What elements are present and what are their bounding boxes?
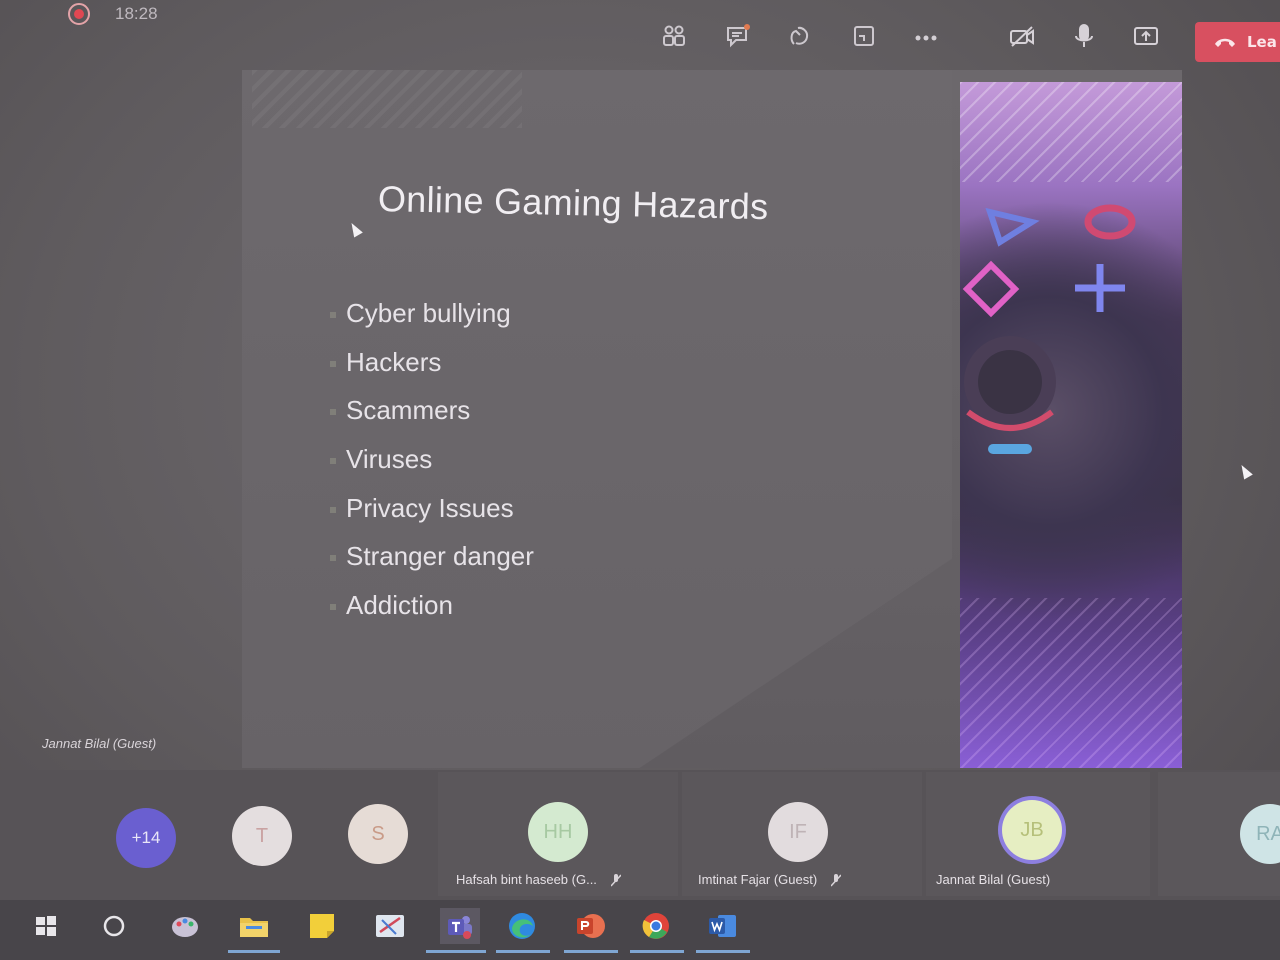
microphone-icon <box>1075 24 1093 47</box>
microphone-button[interactable] <box>1066 18 1102 54</box>
gamepad-buttons-icon <box>962 204 1136 454</box>
chrome-app-button[interactable] <box>638 908 674 944</box>
chat-button[interactable] <box>720 18 756 54</box>
more-participants-avatar[interactable]: +14 <box>116 808 176 868</box>
camera-off-icon <box>1010 26 1034 47</box>
share-tray-button[interactable] <box>846 18 882 54</box>
avatar-initials: IF <box>789 820 807 843</box>
share-screen-icon <box>1134 27 1158 45</box>
running-app-indicator <box>630 950 684 953</box>
powerpoint-app-button[interactable] <box>572 908 608 944</box>
participant-name: Jannat Bilal (Guest) <box>936 872 1051 887</box>
file-explorer-button[interactable] <box>236 908 272 944</box>
bullet-item: Stranger danger <box>326 541 534 590</box>
slide-bullet-list: Cyber bullying Hackers Scammers Viruses … <box>326 298 534 639</box>
share-tray-icon <box>854 26 874 46</box>
shared-presentation-slide: Online Gaming Hazards Cyber bullying Hac… <box>242 70 1182 768</box>
avatar-initials: HH <box>543 820 573 843</box>
running-app-indicator <box>696 950 750 953</box>
speaking-avatar[interactable]: JB <box>1002 800 1062 860</box>
slide-decoration-stripes <box>252 70 522 128</box>
avatar-initials: T <box>255 824 269 847</box>
edge-app-button[interactable] <box>504 908 540 944</box>
reactions-icon <box>790 26 809 45</box>
avatar[interactable]: IF <box>768 802 828 862</box>
avatar-initials: JB <box>1020 818 1044 841</box>
bullet-item: Cyber bullying <box>326 298 534 347</box>
avatar-initials: RA <box>1256 822 1280 845</box>
image-stripes-top <box>960 82 1182 182</box>
snipping-tool-button[interactable] <box>372 908 408 944</box>
participants-button[interactable] <box>656 18 692 54</box>
meeting-screen: 18:28 Lea Online Gaming Hazards Cyber bu… <box>0 0 1280 960</box>
share-screen-button[interactable] <box>1128 18 1164 54</box>
more-actions-icon <box>915 35 937 41</box>
participant-name-text: Imtinat Fajar (Guest) <box>698 872 818 887</box>
bullet-item: Scammers <box>326 395 534 444</box>
bullet-item: Hackers <box>326 347 534 396</box>
chat-icon <box>727 24 750 48</box>
meeting-top-bar: 18:28 Lea <box>0 0 1280 70</box>
leave-label: Lea <box>1247 33 1277 51</box>
avatar[interactable]: S <box>348 804 408 864</box>
paint-icon <box>172 917 198 937</box>
presenter-name-label: Jannat Bilal (Guest) <box>42 736 157 751</box>
running-app-indicator <box>426 950 486 953</box>
avatar[interactable]: HH <box>528 802 588 862</box>
word-icon <box>709 915 736 937</box>
word-app-button[interactable] <box>704 908 740 944</box>
more-participants-count: +14 <box>131 828 161 847</box>
bullet-item: Viruses <box>326 444 534 493</box>
snipping-tool-icon <box>376 915 404 937</box>
participant-name: Imtinat Fajar (Guest) <box>698 872 841 887</box>
running-app-indicator <box>496 950 550 953</box>
sticky-notes-icon <box>310 914 334 938</box>
participants-icon <box>663 25 685 46</box>
participant-name-text: Hafsah bint haseeb (G... <box>456 872 597 887</box>
search-button[interactable] <box>96 908 132 944</box>
mic-muted-icon <box>610 874 621 887</box>
gamepad-image <box>960 82 1182 768</box>
powerpoint-icon <box>577 914 605 938</box>
avatar-initials: S <box>371 822 385 845</box>
bullet-item: Privacy Issues <box>326 493 534 542</box>
chrome-icon <box>642 913 669 939</box>
leave-button[interactable]: Lea <box>1195 22 1280 62</box>
cortana-search-icon <box>103 915 125 937</box>
slide-title: Online Gaming Hazards <box>377 178 769 228</box>
windows-start-icon <box>36 916 56 936</box>
teams-app-button[interactable] <box>440 908 480 944</box>
bullet-item: Addiction <box>326 590 534 639</box>
camera-button[interactable] <box>1004 18 1040 54</box>
mouse-cursor-icon <box>1237 462 1253 480</box>
running-app-indicator <box>564 950 618 953</box>
meeting-duration: 18:28 <box>115 4 158 23</box>
file-explorer-icon <box>240 918 268 937</box>
avatar[interactable]: T <box>232 806 292 866</box>
participant-name: Hafsah bint haseeb (G... <box>456 872 621 887</box>
edge-icon <box>509 913 535 939</box>
hang-up-icon <box>1215 38 1235 47</box>
teams-icon <box>448 916 472 939</box>
paint-app-button[interactable] <box>168 908 204 944</box>
mic-muted-icon <box>830 874 841 887</box>
running-app-indicator <box>228 950 280 953</box>
recording-indicator-icon <box>68 3 90 25</box>
more-actions-button[interactable] <box>908 18 944 54</box>
reactions-button[interactable] <box>782 18 818 54</box>
start-button[interactable] <box>28 908 64 944</box>
sticky-notes-button[interactable] <box>304 908 340 944</box>
image-stripes-bottom <box>960 598 1182 768</box>
